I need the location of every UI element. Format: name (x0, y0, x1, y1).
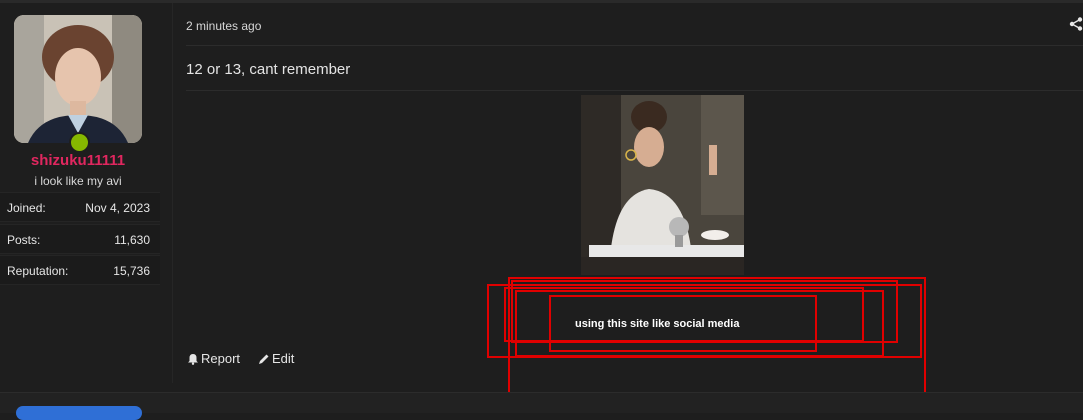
post: shizuku11111 i look like my avi Joined: … (0, 0, 1083, 404)
report-button[interactable]: Report (187, 351, 240, 366)
header-divider (186, 45, 1083, 46)
share-icon[interactable] (1069, 17, 1083, 31)
next-post (0, 392, 1083, 413)
message-divider (186, 90, 1083, 91)
stat-value[interactable]: 11,630 (114, 233, 150, 247)
stat-label: Joined: (7, 201, 46, 215)
attached-image[interactable] (581, 95, 744, 275)
stat-value: Nov 4, 2023 (85, 201, 150, 215)
stat-reputation: Reputation: 15,736 (0, 255, 160, 285)
pencil-icon (259, 354, 269, 364)
edit-label: Edit (272, 351, 295, 366)
stat-joined: Joined: Nov 4, 2023 (0, 192, 160, 222)
username[interactable]: shizuku11111 (0, 152, 156, 169)
stat-value: 15,736 (113, 264, 150, 278)
next-post-avatar[interactable] (16, 406, 142, 420)
image-caption: using this site like social media (575, 318, 740, 330)
bell-icon (188, 353, 198, 365)
post-message: 12 or 13, cant remember (186, 61, 351, 78)
sidebar-divider (172, 3, 173, 383)
stat-label: Posts: (7, 233, 41, 247)
stat-posts: Posts: 11,630 (0, 224, 160, 254)
post-top-divider (0, 0, 1083, 3)
avatar[interactable] (14, 15, 142, 143)
edit-button[interactable]: Edit (258, 351, 294, 366)
stat-label: Reputation: (7, 264, 69, 278)
post-timestamp[interactable]: 2 minutes ago (186, 19, 261, 33)
online-status-indicator (69, 132, 90, 153)
report-label: Report (201, 351, 241, 366)
user-title: i look like my avi (34, 174, 122, 188)
